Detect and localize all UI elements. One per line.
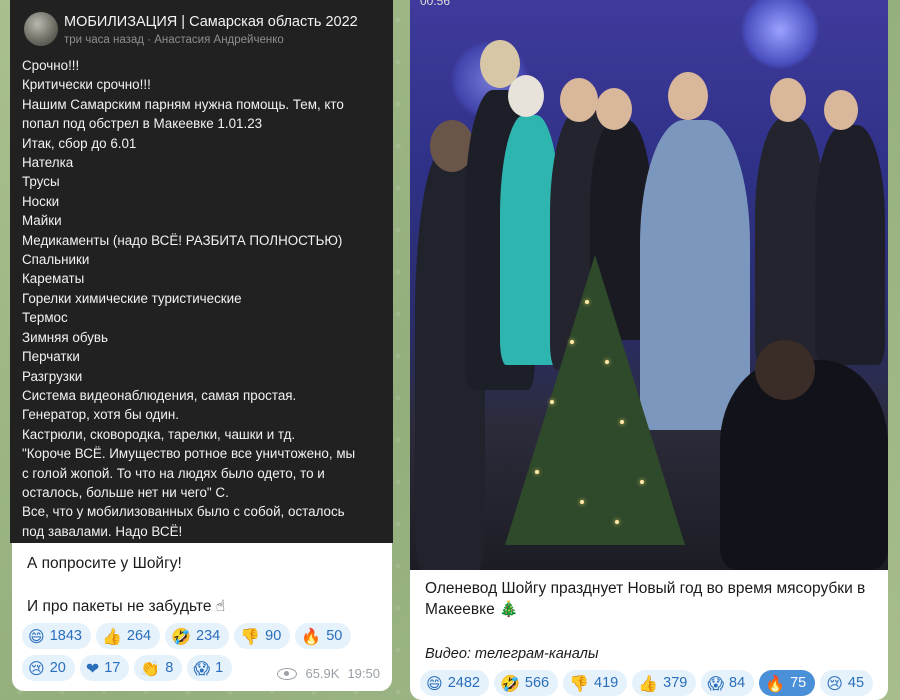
reaction-emoji-icon: 🤣 bbox=[171, 626, 191, 646]
reaction-count: 419 bbox=[594, 675, 619, 691]
reaction-count: 20 bbox=[49, 660, 66, 676]
reaction-chip[interactable]: ❤ 17 bbox=[79, 655, 130, 681]
post-time: 19:50 bbox=[347, 666, 380, 681]
reaction-count: 75 bbox=[790, 675, 807, 691]
reaction-chip[interactable]: 🔥 75 bbox=[759, 670, 816, 696]
post-caption: Оленевод Шойгу празднует Новый год во вр… bbox=[425, 580, 866, 618]
post-text-line: Медикаменты (надо ВСЁ! РАЗБИТА ПОЛНОСТЬЮ… bbox=[22, 232, 343, 248]
reaction-chip[interactable]: 😄 1843 bbox=[22, 623, 91, 649]
reaction-count: 45 bbox=[847, 675, 865, 691]
reaction-emoji-icon: 👎 bbox=[240, 626, 261, 646]
reaction-count: 8 bbox=[165, 660, 174, 676]
post-text-line: Система видеонаблюдения, самая простая. bbox=[22, 387, 297, 403]
post-text-line: Нателка bbox=[22, 155, 74, 171]
post-text-line: Майки bbox=[22, 213, 62, 229]
reaction-count: 84 bbox=[729, 675, 746, 691]
reaction-chip[interactable]: 😢 45 bbox=[820, 670, 874, 696]
left-post: МОБИЛИЗАЦИЯ | Самарская область 2022 три… bbox=[10, 0, 393, 700]
reaction-emoji-icon: 😱 bbox=[707, 673, 725, 693]
reaction-emoji-icon: 🔥 bbox=[301, 626, 322, 646]
post-text-line: Срочно!!! bbox=[22, 58, 80, 73]
reactions-row: 😄 1843 👍 264 🤣 234 👎 90 🔥 50 bbox=[22, 623, 352, 649]
post-text-line: Трусы bbox=[22, 174, 60, 190]
post-text: Срочно!!! Критически срочно!!! Нашим Самар… bbox=[22, 56, 388, 541]
caption-bubble: Оленевод Шойгу празднует Новый год во вр… bbox=[410, 570, 888, 700]
stage-light bbox=[740, 0, 820, 70]
christmas-tree bbox=[505, 255, 685, 545]
reaction-chip[interactable]: 👎 419 bbox=[563, 670, 628, 696]
post-text-line: "Короче ВСЁ. Имущество ротное все уничто… bbox=[22, 446, 356, 462]
comment-bubble: А попросите у Шойгу! И про пакеты не заб… bbox=[12, 543, 392, 691]
post-text-line: Зимняя обувь bbox=[22, 329, 108, 345]
post-text-line: Носки bbox=[22, 193, 60, 209]
forwarded-screenshot: МОБИЛИЗАЦИЯ | Самарская область 2022 три… bbox=[10, 0, 393, 543]
reaction-count: 17 bbox=[104, 660, 121, 676]
reactions-row: 😢 20 ❤ 17 👏 8 😱 1 bbox=[22, 655, 233, 681]
reaction-emoji-icon: 😄 bbox=[28, 626, 45, 646]
video-time: 00:56 bbox=[420, 0, 451, 8]
reaction-chip[interactable]: 🤣 566 bbox=[493, 670, 559, 696]
channel-avatar[interactable] bbox=[24, 12, 58, 46]
post-text-line: осталось, больше нет ни чего" С. bbox=[22, 484, 229, 500]
comment-line: И про пакеты не забудьте ☝ bbox=[27, 598, 226, 615]
reaction-chip[interactable]: 🔥 50 bbox=[295, 623, 352, 649]
reaction-chip[interactable]: 👏 8 bbox=[134, 655, 183, 681]
reaction-chip[interactable]: 👎 90 bbox=[234, 623, 291, 649]
reaction-emoji-icon: 😱 bbox=[193, 658, 211, 678]
eye-icon bbox=[277, 667, 298, 680]
reaction-emoji-icon: 🤣 bbox=[499, 673, 520, 693]
post-text-line: Перчатки bbox=[22, 349, 80, 365]
reaction-chip[interactable]: 👍 264 bbox=[95, 623, 161, 649]
reaction-emoji-icon: 👍 bbox=[638, 673, 659, 693]
reaction-chip[interactable]: 😢 20 bbox=[22, 655, 75, 681]
post-text-line: Разгрузки bbox=[22, 368, 83, 384]
reaction-count: 50 bbox=[326, 628, 343, 644]
video-credit: Видео: телеграм-каналы bbox=[425, 646, 599, 662]
reaction-emoji-icon: 🔥 bbox=[765, 673, 786, 693]
post-text-line: Термос bbox=[22, 310, 68, 326]
post-text-line: Генератор, хотя бы один. bbox=[22, 407, 179, 423]
channel-header: МОБИЛИЗАЦИЯ | Самарская область 2022 три… bbox=[24, 10, 384, 54]
reactions-row: 😄 2482 🤣 566 👎 419 👍 379 😱 84 🔥 75 😢 45 bbox=[420, 670, 874, 696]
post-text-line: Кастрюли, сковородка, тарелки, чашки и т… bbox=[22, 426, 296, 442]
post-text-line: Итак, сбор до 6.01 bbox=[22, 135, 137, 151]
reaction-emoji-icon: 👍 bbox=[101, 626, 122, 646]
reaction-chip[interactable]: 😱 1 bbox=[187, 655, 233, 681]
post-text-line: под завалами. Надо ВСЁ! bbox=[22, 523, 183, 539]
reaction-count: 90 bbox=[265, 628, 282, 644]
video-thumbnail[interactable]: 00:56 bbox=[410, 0, 888, 570]
reaction-emoji-icon: ❤ bbox=[85, 658, 100, 678]
post-text-line: Карематы bbox=[22, 271, 85, 287]
channel-meta: три часа назад · Анастасия Андрейченко bbox=[64, 34, 284, 46]
post-text-line: Критически срочно!!! bbox=[22, 77, 151, 93]
post-text-line: с голой жопой. То что на людях было одет… bbox=[22, 465, 325, 481]
reaction-chip[interactable]: 🤣 234 bbox=[165, 623, 230, 649]
channel-name[interactable]: МОБИЛИЗАЦИЯ | Самарская область 2022 bbox=[64, 14, 358, 30]
reaction-count: 1 bbox=[215, 660, 224, 676]
reaction-count: 379 bbox=[663, 675, 688, 691]
reaction-emoji-icon: 😄 bbox=[426, 673, 443, 693]
post-text-line: Горелки химические туристические bbox=[22, 290, 242, 306]
reaction-emoji-icon: 👏 bbox=[140, 658, 161, 678]
reaction-count: 566 bbox=[524, 675, 550, 691]
post-text-line: Нашим Самарским парням нужна помощь. Тем… bbox=[22, 96, 344, 112]
reaction-emoji-icon: 😢 bbox=[28, 658, 45, 678]
comment-line: А попросите у Шойгу! bbox=[27, 555, 182, 572]
post-text-line: Все, что у мобилизованных было с собой, … bbox=[22, 504, 345, 520]
reaction-chip[interactable]: 😄 2482 bbox=[420, 670, 489, 696]
reaction-chip[interactable]: 😱 84 bbox=[701, 670, 755, 696]
reaction-count: 2482 bbox=[447, 675, 480, 691]
reaction-count: 234 bbox=[196, 628, 221, 644]
reaction-count: 1843 bbox=[49, 628, 82, 644]
reaction-emoji-icon: 😢 bbox=[826, 673, 843, 693]
reaction-chip[interactable]: 👍 379 bbox=[632, 670, 697, 696]
post-text-line: Спальники bbox=[22, 252, 90, 268]
reaction-emoji-icon: 👎 bbox=[569, 673, 589, 693]
post-text-line: попал под обстрел в Макеевке 1.01.23 bbox=[22, 116, 263, 132]
reaction-count: 264 bbox=[126, 628, 152, 644]
right-post: 00:56 Оленевод Шойгу празднует Новый год… bbox=[410, 0, 888, 700]
post-meta: 65.9K 19:50 bbox=[277, 666, 380, 681]
view-count: 65.9K bbox=[305, 666, 340, 681]
